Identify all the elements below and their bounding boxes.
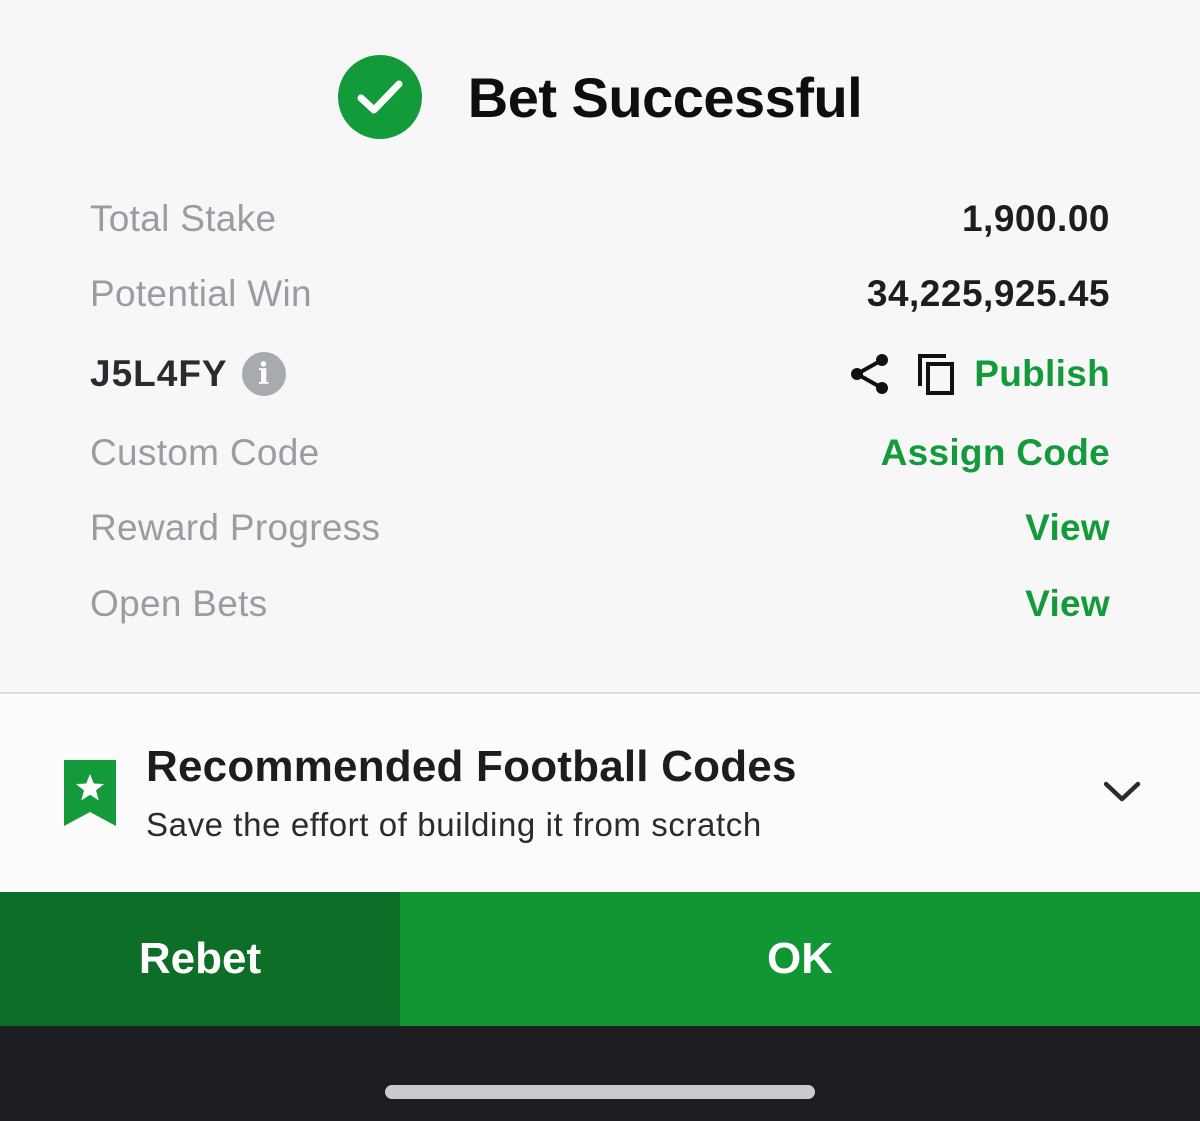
potential-win-value: 34,225,925.45 (866, 273, 1110, 314)
reward-progress-label: Reward Progress (90, 507, 381, 548)
booking-code-group: J5L4FY i (90, 352, 286, 396)
recommended-title: Recommended Football Codes (146, 742, 797, 791)
booking-code: J5L4FY (90, 353, 228, 394)
rebet-button[interactable]: Rebet (0, 892, 400, 1026)
copy-icon[interactable] (916, 352, 956, 396)
open-bets-label: Open Bets (90, 583, 268, 624)
publish-link[interactable]: Publish (974, 353, 1110, 395)
system-home-bar (0, 1026, 1200, 1121)
custom-code-label: Custom Code (90, 432, 320, 473)
page-title: Bet Successful (467, 65, 863, 129)
open-bets-row: Open Bets View (90, 574, 1110, 634)
open-bets-view-link[interactable]: View (1025, 583, 1110, 625)
potential-win-row: Potential Win 34,225,925.45 (90, 264, 1110, 324)
booking-actions: Publish (848, 352, 1110, 396)
info-icon[interactable]: i (241, 352, 286, 396)
total-stake-row: Total Stake 1,900.00 (90, 189, 1110, 249)
check-circle-icon (337, 55, 422, 139)
chevron-down-icon[interactable] (1102, 778, 1142, 811)
recommended-subtitle: Save the effort of building it from scra… (146, 806, 762, 843)
total-stake-label: Total Stake (90, 198, 277, 239)
total-stake-value: 1,900.00 (961, 198, 1110, 239)
share-icon[interactable] (848, 352, 892, 396)
reward-progress-view-link[interactable]: View (1025, 507, 1110, 549)
recommended-codes-panel[interactable] (0, 694, 1200, 892)
booking-code-row: J5L4FY i Publish (90, 344, 1110, 404)
ok-button[interactable]: OK (400, 892, 1200, 1026)
home-indicator[interactable] (385, 1085, 815, 1099)
bookmark-star-icon (62, 758, 118, 833)
bet-status-header: Bet Successful (0, 54, 1200, 140)
assign-code-link[interactable]: Assign Code (881, 432, 1110, 474)
custom-code-row: Custom Code Assign Code (90, 423, 1110, 483)
reward-progress-row: Reward Progress View (90, 498, 1110, 558)
potential-win-label: Potential Win (90, 273, 312, 314)
